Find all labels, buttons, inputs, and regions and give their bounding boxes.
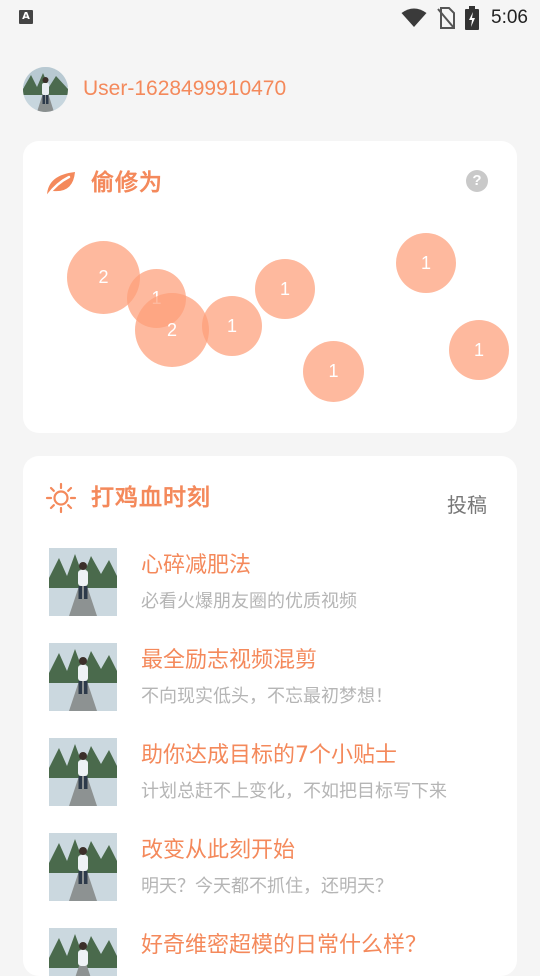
sun-icon [45,482,77,514]
article-subtitle: 计划总赶不上变化，不如把目标写下来 [141,781,447,802]
submit-button[interactable]: 投稿 [447,492,487,518]
article-thumbnail [49,928,117,976]
energy-bubble[interactable]: 2 [135,293,209,367]
no-sim-icon [437,7,456,29]
article-title: 改变从此刻开始 [141,838,296,863]
article-subtitle: 明天？今天都不抓住，还明天？ [141,876,393,897]
card-title: 偷修为 [91,170,163,196]
wifi-icon [401,8,427,27]
app-notification-icon: A [19,10,33,24]
leaf-icon [46,172,75,197]
article-item[interactable]: 好奇维密超模的日常什么样？ [49,928,509,976]
energy-bubble[interactable]: 1 [303,341,364,402]
user-header[interactable]: User-1628499910470 [23,66,286,112]
article-item[interactable]: 心碎减肥法 必看火爆朋友圈的优质视频 [49,548,509,616]
article-thumbnail [49,833,117,901]
article-title: 心碎减肥法 [141,553,252,578]
article-thumbnail [49,548,117,616]
username: User-1628499910470 [83,77,287,100]
article-title: 好奇维密超模的日常什么样？ [141,933,428,958]
article-thumbnail [49,643,117,711]
steal-card-header: 偷修为 [45,165,163,201]
article-item[interactable]: 最全励志视频混剪 不向现实低头，不忘最初梦想！ [49,643,509,711]
energy-bubble[interactable]: 1 [202,296,262,356]
article-subtitle: 不向现实低头，不忘最初梦想！ [141,686,393,707]
status-icons: 5:06 [401,6,528,30]
energy-bubble[interactable]: 1 [396,233,456,293]
article-subtitle: 必看火爆朋友圈的优质视频 [141,591,357,612]
help-icon[interactable]: ? [466,170,488,192]
article-item[interactable]: 助你达成目标的7个小贴士 计划总赶不上变化，不如把目标写下来 [49,738,509,806]
steal-card: 2 1 2 1 1 1 1 1 偷修为 ? [23,141,517,433]
card-title: 打鸡血时刻 [91,485,211,511]
article-item[interactable]: 改变从此刻开始 明天？今天都不抓住，还明天？ [49,833,509,901]
motivation-card: 打鸡血时刻 投稿 心碎减肥法 必看火爆朋友圈的优质视频 最全励志视频混剪 不向现… [23,456,517,976]
avatar[interactable] [23,66,68,112]
energy-bubble[interactable]: 1 [255,259,315,319]
article-thumbnail [49,738,117,806]
battery-charging-icon [465,6,480,30]
motivation-card-header: 打鸡血时刻 [45,480,211,516]
energy-bubble[interactable]: 1 [449,320,509,380]
article-title: 助你达成目标的7个小贴士 [141,743,397,768]
status-time: 5:06 [491,7,528,28]
status-bar: A 5:06 [0,0,540,36]
article-title: 最全励志视频混剪 [141,648,318,673]
